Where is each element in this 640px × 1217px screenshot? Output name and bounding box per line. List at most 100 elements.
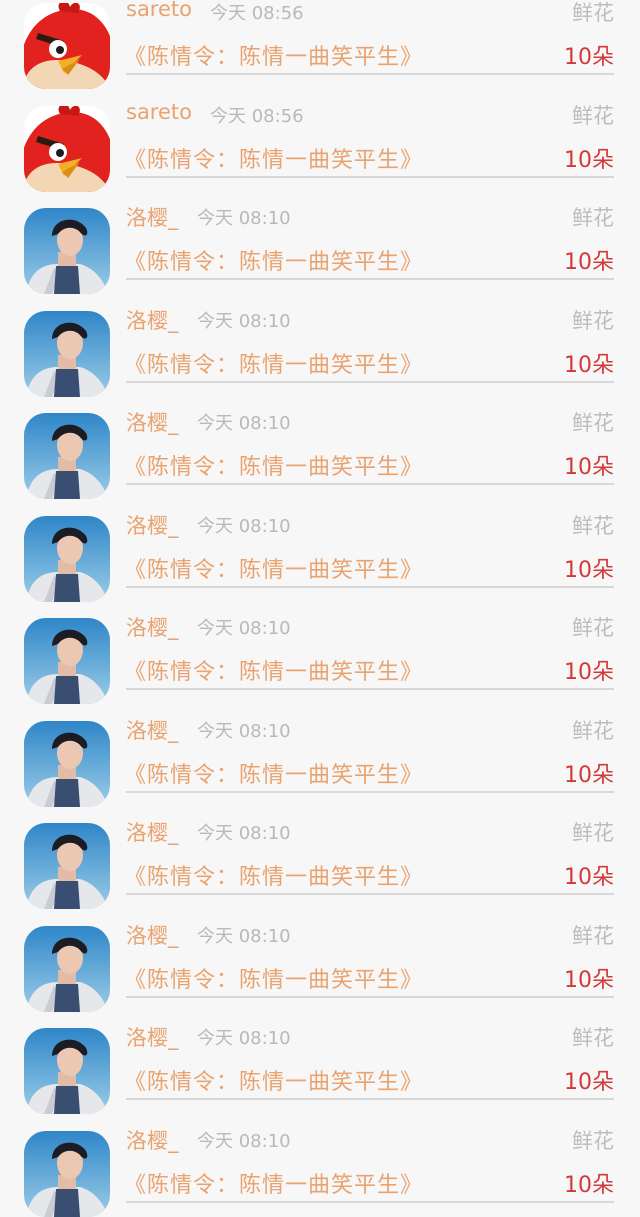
user-name[interactable]: 洛樱_ <box>126 1125 179 1155</box>
timestamp: 今天 08:10 <box>197 1028 291 1049</box>
man-portrait-icon <box>24 1028 110 1114</box>
book-title-link[interactable]: 《陈情令：陈情一曲笑平生》 <box>124 1064 423 1096</box>
list-item[interactable]: 洛樱_ 今天 08:10 鲜花 《陈情令：陈情一曲笑平生》 10朵 <box>0 190 640 294</box>
gift-type: 鲜花 <box>572 923 614 948</box>
gift-amount: 10朵 <box>564 557 614 583</box>
list-item[interactable]: 洛樱_ 今天 08:10 鲜花 《陈情令：陈情一曲笑平生》 10朵 <box>0 805 640 909</box>
timestamp: 今天 08:56 <box>210 3 304 24</box>
divider <box>126 1200 614 1203</box>
avatar[interactable] <box>24 310 110 397</box>
list-item[interactable]: sareto 今天 08:56 鲜花 《陈情令：陈情一曲笑平生》 10朵 <box>0 0 640 89</box>
avatar[interactable] <box>24 3 110 89</box>
man-portrait-icon <box>24 925 110 1012</box>
book-title-link[interactable]: 《陈情令：陈情一曲笑平生》 <box>124 449 423 481</box>
user-name[interactable]: 洛樱_ <box>126 817 179 847</box>
timestamp: 今天 08:56 <box>210 105 304 127</box>
user-name[interactable]: 洛樱_ <box>126 510 179 540</box>
gift-type: 鲜花 <box>572 103 614 128</box>
avatar[interactable] <box>24 720 110 807</box>
user-name[interactable]: 洛樱_ <box>126 305 179 335</box>
divider <box>126 995 614 998</box>
divider <box>126 73 614 75</box>
list-item[interactable]: 洛樱_ 今天 08:10 鲜花 《陈情令：陈情一曲笑平生》 10朵 <box>0 703 640 807</box>
gift-type: 鲜花 <box>572 206 614 230</box>
list-item[interactable]: 洛樱_ 今天 08:10 鲜花 《陈情令：陈情一曲笑平生》 10朵 <box>0 395 640 499</box>
timestamp: 今天 08:10 <box>197 925 291 947</box>
gift-type: 鲜花 <box>572 308 614 333</box>
list-item[interactable]: 洛樱_ 今天 08:10 鲜花 《陈情令：陈情一曲笑平生》 10朵 <box>0 600 640 704</box>
gift-type: 鲜花 <box>572 513 614 538</box>
book-title-link[interactable]: 《陈情令：陈情一曲笑平生》 <box>124 552 423 584</box>
book-title-link[interactable]: 《陈情令：陈情一曲笑平生》 <box>124 962 423 994</box>
divider <box>126 278 614 280</box>
list-item[interactable]: 洛樱_ 今天 08:10 鲜花 《陈情令：陈情一曲笑平生》 10朵 <box>0 1113 640 1217</box>
timestamp: 今天 08:10 <box>197 208 291 229</box>
gift-type: 鲜花 <box>572 1128 614 1153</box>
avatar[interactable] <box>24 105 110 192</box>
timestamp: 今天 08:10 <box>197 618 291 639</box>
man-portrait-icon <box>24 515 110 602</box>
gift-amount: 10朵 <box>564 865 614 890</box>
book-title-link[interactable]: 《陈情令：陈情一曲笑平生》 <box>124 1167 423 1199</box>
divider <box>126 483 614 485</box>
gift-amount: 10朵 <box>564 147 614 173</box>
divider <box>126 175 614 178</box>
avatar[interactable] <box>24 1130 110 1217</box>
timestamp: 今天 08:10 <box>197 823 291 844</box>
avatar[interactable] <box>24 1028 110 1114</box>
divider <box>126 585 614 588</box>
book-title-link[interactable]: 《陈情令：陈情一曲笑平生》 <box>124 859 423 891</box>
user-name[interactable]: 洛樱_ <box>126 407 179 437</box>
man-portrait-icon <box>24 1130 110 1217</box>
list-item[interactable]: 洛樱_ 今天 08:10 鲜花 《陈情令：陈情一曲笑平生》 10朵 <box>0 908 640 1012</box>
list-item[interactable]: 洛樱_ 今天 08:10 鲜花 《陈情令：陈情一曲笑平生》 10朵 <box>0 498 640 602</box>
avatar[interactable] <box>24 208 110 294</box>
gift-amount: 10朵 <box>564 967 614 993</box>
divider <box>126 380 614 383</box>
user-name[interactable]: 洛樱_ <box>126 612 179 642</box>
gift-type: 鲜花 <box>572 718 614 743</box>
man-portrait-icon <box>24 413 110 499</box>
avatar[interactable] <box>24 515 110 602</box>
list-item[interactable]: 洛樱_ 今天 08:10 鲜花 《陈情令：陈情一曲笑平生》 10朵 <box>0 1010 640 1114</box>
timestamp: 今天 08:10 <box>197 1130 291 1152</box>
gift-amount: 10朵 <box>564 45 614 70</box>
avatar[interactable] <box>24 618 110 704</box>
divider <box>126 790 614 793</box>
gift-amount: 10朵 <box>564 660 614 685</box>
man-portrait-icon <box>24 310 110 397</box>
gift-amount: 10朵 <box>564 762 614 788</box>
book-title-link[interactable]: 《陈情令：陈情一曲笑平生》 <box>124 757 423 789</box>
divider <box>126 1098 614 1100</box>
gift-amount: 10朵 <box>564 1172 614 1198</box>
avatar[interactable] <box>24 925 110 1012</box>
gift-type: 鲜花 <box>572 616 614 640</box>
timestamp: 今天 08:10 <box>197 310 291 332</box>
man-portrait-icon <box>24 720 110 807</box>
book-title-link[interactable]: 《陈情令：陈情一曲笑平生》 <box>124 654 423 686</box>
man-portrait-icon <box>24 618 110 704</box>
user-name[interactable]: sareto <box>126 100 192 124</box>
gift-amount: 10朵 <box>564 455 614 480</box>
timestamp: 今天 08:10 <box>197 720 291 742</box>
gift-type: 鲜花 <box>572 821 614 845</box>
timestamp: 今天 08:10 <box>197 413 291 434</box>
book-title-link[interactable]: 《陈情令：陈情一曲笑平生》 <box>124 244 423 276</box>
user-name[interactable]: sareto <box>126 0 192 21</box>
list-item[interactable]: 洛樱_ 今天 08:10 鲜花 《陈情令：陈情一曲笑平生》 10朵 <box>0 293 640 397</box>
gift-record-list: sareto 今天 08:56 鲜花 《陈情令：陈情一曲笑平生》 10朵 sar… <box>0 0 640 1217</box>
gift-type: 鲜花 <box>572 411 614 435</box>
user-name[interactable]: 洛樱_ <box>126 715 179 745</box>
angry-bird-icon <box>24 3 110 89</box>
book-title-link[interactable]: 《陈情令：陈情一曲笑平生》 <box>124 347 423 379</box>
user-name[interactable]: 洛樱_ <box>126 920 179 950</box>
avatar[interactable] <box>24 823 110 909</box>
book-title-link[interactable]: 《陈情令：陈情一曲笑平生》 <box>124 142 423 174</box>
divider <box>126 688 614 690</box>
user-name[interactable]: 洛樱_ <box>126 202 179 232</box>
user-name[interactable]: 洛樱_ <box>126 1022 179 1052</box>
gift-amount: 10朵 <box>564 250 614 275</box>
list-item[interactable]: sareto 今天 08:56 鲜花 《陈情令：陈情一曲笑平生》 10朵 <box>0 88 640 192</box>
book-title-link[interactable]: 《陈情令：陈情一曲笑平生》 <box>124 39 423 71</box>
avatar[interactable] <box>24 413 110 499</box>
